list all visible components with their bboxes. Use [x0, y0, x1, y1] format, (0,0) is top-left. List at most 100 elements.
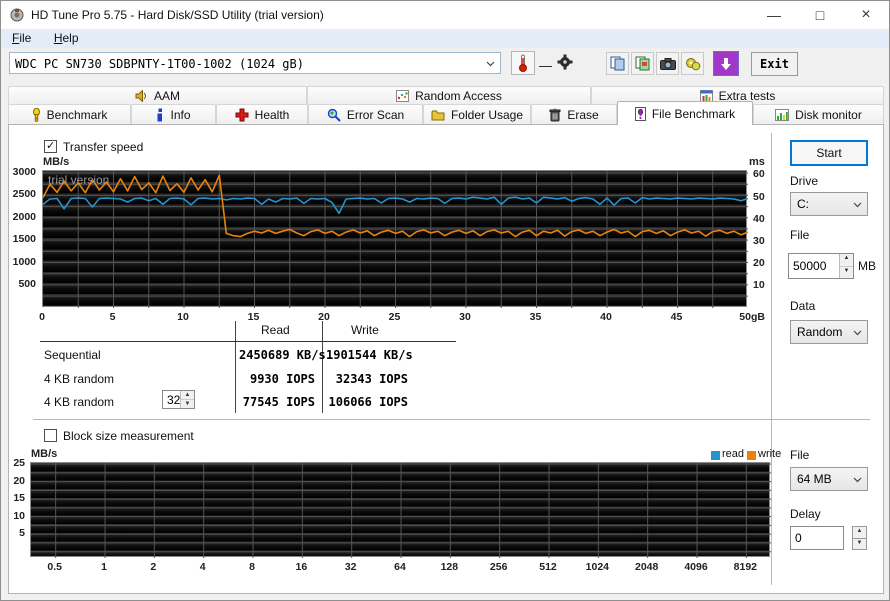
benchmark-icon: [32, 108, 40, 122]
tick-label: 8: [249, 561, 255, 573]
data-pattern-value: Random: [797, 325, 843, 339]
tick-label: 1000: [12, 255, 36, 268]
gear-icon[interactable]: [557, 54, 573, 75]
download-arrow-icon: [721, 57, 731, 70]
tick-label: 40: [600, 311, 612, 323]
chevron-down-icon: [486, 54, 495, 72]
chevron-down-icon: [853, 195, 862, 213]
down-arrow-icon[interactable]: ▼: [852, 537, 867, 550]
minimize-button[interactable]: —: [751, 1, 797, 29]
drive-select-value: WDC PC SN730 SDBPNTY-1T00-1002 (1024 gB): [15, 57, 304, 71]
chevron-down-icon: [853, 323, 862, 341]
tick-label: 4096: [684, 561, 708, 573]
up-arrow-icon[interactable]: ▲: [852, 526, 867, 538]
stepper-arrows[interactable]: ▲ ▼: [180, 391, 194, 408]
legend-read-swatch: [711, 451, 720, 460]
tick-label: 10: [177, 311, 189, 323]
options-button[interactable]: [681, 52, 704, 75]
stepper-arrows[interactable]: ▲ ▼: [839, 254, 853, 278]
health-cross-icon: [235, 108, 249, 122]
drive-dropdown[interactable]: C:: [790, 192, 868, 216]
down-arrow-icon[interactable]: ▼: [840, 266, 853, 278]
table-header-rule: [40, 341, 456, 342]
block-file-value: 64 MB: [797, 472, 832, 486]
tab-random-access[interactable]: Random Access: [307, 86, 591, 105]
tab-info[interactable]: Info: [131, 104, 216, 125]
tick-label: 35: [529, 311, 542, 323]
sequential-write-value: 1901544 KB/s: [326, 348, 413, 362]
close-button[interactable]: ×: [843, 1, 889, 29]
transfer-chart-canvas: [43, 171, 748, 308]
tab-label: Health: [254, 108, 290, 122]
tick-label: 30: [459, 311, 471, 323]
tab-benchmark[interactable]: Benchmark: [8, 104, 131, 125]
copy-results-button[interactable]: [606, 52, 629, 75]
delay-input[interactable]: 0: [790, 526, 844, 550]
tick-label: 0.5: [47, 561, 62, 573]
tick-label: 50gB: [739, 311, 765, 323]
queue-depth-stepper[interactable]: 32 ▲ ▼: [162, 390, 195, 409]
random-write-value: 32343 IOPS: [335, 372, 408, 386]
tick-label: 1024: [585, 561, 610, 573]
tab-label: Disk monitor: [795, 108, 862, 122]
queue-depth-value: 32: [167, 393, 181, 407]
up-arrow-icon[interactable]: ▲: [840, 254, 853, 267]
legend-read-label: read: [722, 448, 745, 460]
panel-separator: [771, 133, 772, 585]
tick-label: 5: [19, 527, 25, 540]
copy-screenshot-button[interactable]: [631, 52, 654, 75]
drive-value: C:: [797, 197, 809, 211]
menu-file[interactable]: File: [3, 29, 40, 47]
delay-stepper[interactable]: ▲ ▼: [852, 526, 867, 550]
tab-label: AAM: [153, 89, 180, 103]
tick-label: 20: [13, 474, 25, 487]
tick-label: 512: [539, 561, 557, 573]
data-label: Data: [790, 299, 816, 313]
exit-button[interactable]: Exit: [751, 52, 798, 76]
save-results-button[interactable]: [713, 51, 739, 76]
row-label-4kb-random-qd: 4 KB random: [44, 395, 115, 409]
camera-icon: [659, 57, 676, 70]
scatter-chart-icon: [396, 90, 410, 102]
file-benchmark-page: Transfer speed MB/s ms trial version Rea…: [8, 124, 884, 594]
data-pattern-dropdown[interactable]: Random: [790, 320, 868, 344]
random-qd-write-value: 106066 IOPS: [328, 395, 408, 409]
down-arrow-icon[interactable]: ▼: [181, 400, 194, 408]
window-title: HD Tune Pro 5.75 - Hard Disk/SSD Utility…: [31, 8, 324, 22]
tab-label: Benchmark: [46, 108, 108, 122]
options-icon: [685, 57, 700, 70]
tab-folder-usage[interactable]: Folder Usage: [423, 104, 531, 125]
maximize-button[interactable]: □: [797, 1, 843, 29]
tick-label: 60: [753, 168, 765, 181]
screenshot-button[interactable]: [656, 52, 679, 75]
trash-icon: [549, 108, 561, 122]
temperature-button[interactable]: [511, 51, 535, 75]
menu-help[interactable]: Help: [45, 29, 88, 47]
tick-label: 32: [344, 561, 357, 573]
tab-file-benchmark[interactable]: File Benchmark: [617, 101, 753, 125]
tab-health[interactable]: Health: [216, 104, 308, 125]
start-button[interactable]: Start: [790, 140, 868, 166]
tick-label: 50: [753, 190, 765, 203]
block-file-dropdown[interactable]: 64 MB: [790, 467, 868, 491]
file-size-stepper[interactable]: 50000 ▲ ▼: [788, 253, 854, 279]
tick-label: 3000: [12, 166, 36, 178]
random-read-value: 9930 IOPS: [249, 372, 315, 386]
tab-aam[interactable]: AAM: [8, 86, 307, 105]
tab-disk-monitor[interactable]: Disk monitor: [753, 104, 884, 125]
tick-label: 10: [753, 278, 765, 291]
block-size-checkbox[interactable]: [44, 429, 57, 442]
folder-icon: [431, 110, 445, 121]
tab-erase[interactable]: Erase: [531, 104, 617, 125]
tick-label: 25: [13, 457, 25, 470]
table-divider: [322, 321, 323, 413]
table-divider: [235, 321, 236, 413]
row-label-sequential: Sequential: [44, 348, 101, 362]
tick-label: 2500: [12, 188, 36, 201]
up-arrow-icon[interactable]: ▲: [181, 391, 194, 400]
drive-select[interactable]: WDC PC SN730 SDBPNTY-1T00-1002 (1024 gB): [9, 52, 501, 74]
transfer-speed-checkbox[interactable]: [44, 139, 57, 153]
row-label-4kb-random: 4 KB random: [44, 372, 115, 386]
tab-error-scan[interactable]: Error Scan: [308, 104, 423, 125]
tick-label: 45: [670, 311, 683, 323]
